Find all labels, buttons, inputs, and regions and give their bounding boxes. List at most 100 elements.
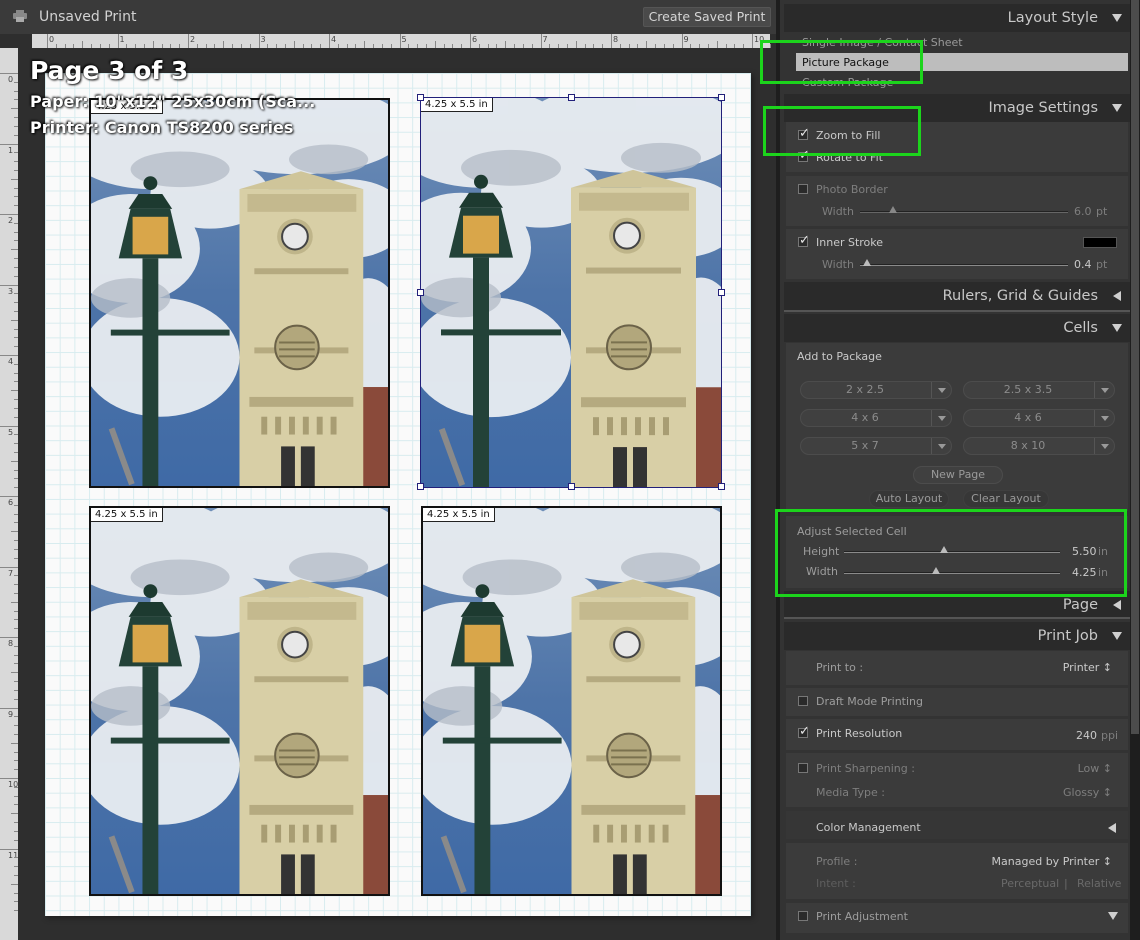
stroke-width-slider[interactable] xyxy=(860,264,1068,266)
cell-size-8x10-button[interactable]: 8 x 10 xyxy=(963,437,1115,455)
ruler-minor-tick xyxy=(14,275,18,277)
cell-size-2.5x3.5-button[interactable]: 2.5 x 3.5 xyxy=(963,381,1115,399)
layout-option-single[interactable]: Single Image / Contact Sheet xyxy=(802,36,963,49)
cells-header[interactable]: Cells xyxy=(784,314,1130,342)
print-to-select[interactable]: Printer ↕ xyxy=(1030,661,1112,674)
chevron-down-icon[interactable] xyxy=(931,382,951,398)
right-panel: Layout Style Single Image / Contact Shee… xyxy=(776,0,1130,940)
cell-width-slider[interactable] xyxy=(844,572,1060,574)
resize-handle[interactable] xyxy=(417,289,424,296)
ruler-tick xyxy=(0,707,18,709)
resize-handle[interactable] xyxy=(718,289,725,296)
photo-cell-selected[interactable]: 4.25 x 5.5 in xyxy=(420,97,722,488)
ruler-minor-tick xyxy=(11,813,18,815)
section-title: Cells xyxy=(1063,320,1098,336)
ruler-minor-tick xyxy=(514,44,516,48)
collapse-arrow-icon[interactable] xyxy=(1108,823,1116,833)
cell-size-5x7-button[interactable]: 5 x 7 xyxy=(800,437,952,455)
ruler-minor-tick xyxy=(14,725,18,727)
cell-size-2x2.5-button[interactable]: 2 x 2.5 xyxy=(800,381,952,399)
ruler-minor-tick xyxy=(425,44,427,48)
cell-height-knob[interactable] xyxy=(940,546,948,553)
button-label: 8 x 10 xyxy=(1010,439,1046,452)
ruler-minor-tick xyxy=(14,478,18,480)
resize-handle[interactable] xyxy=(718,94,725,101)
print-sharpening-checkbox[interactable] xyxy=(798,763,808,773)
ruler-minor-tick xyxy=(549,44,551,48)
clock-tower-photo xyxy=(91,508,388,894)
chevron-down-icon[interactable] xyxy=(1094,438,1114,454)
page-header[interactable]: Page xyxy=(784,591,1130,619)
zoom-to-fill-checkbox[interactable] xyxy=(798,126,810,141)
panel-scrollbar[interactable] xyxy=(1130,0,1140,940)
print-job-header[interactable]: Print Job xyxy=(784,622,1130,650)
expand-arrow-icon[interactable] xyxy=(1108,912,1118,920)
intent-relative[interactable]: Relative xyxy=(1077,877,1121,890)
photo-border-label: Photo Border xyxy=(816,183,888,196)
inner-stroke-color-swatch[interactable] xyxy=(1083,237,1117,248)
resize-handle[interactable] xyxy=(417,94,424,101)
image-settings-header[interactable]: Image Settings xyxy=(784,94,1130,122)
resize-handle[interactable] xyxy=(718,483,725,490)
ruler-minor-tick xyxy=(14,513,18,515)
photo-cell[interactable]: 4.25 x 5.5 in xyxy=(89,98,390,488)
scrollbar-thumb[interactable] xyxy=(1131,0,1139,734)
color-management-label[interactable]: Color Management xyxy=(816,821,921,834)
photo-cell[interactable]: 4.25 x 5.5 in xyxy=(89,506,390,896)
print-sharpening-select[interactable]: Low ↕ xyxy=(1040,762,1112,775)
ruler-minor-tick xyxy=(14,117,18,119)
ruler-minor-tick xyxy=(14,557,18,559)
chevron-down-icon[interactable] xyxy=(1094,382,1114,398)
photo-border-checkbox[interactable] xyxy=(798,184,808,194)
draft-mode-checkbox[interactable] xyxy=(798,696,808,706)
ruler-minor-tick xyxy=(14,81,18,83)
rotate-to-fit-checkbox[interactable] xyxy=(798,148,810,163)
profile-group xyxy=(786,843,1128,899)
ruler-left[interactable]: 0 1 2 3 4 5 6 7 8 9 10 11 xyxy=(0,48,18,940)
ruler-minor-tick xyxy=(320,44,322,48)
intent-perceptual[interactable]: Perceptual xyxy=(1001,877,1059,890)
border-width-knob[interactable] xyxy=(889,206,897,213)
new-page-button[interactable]: New Page xyxy=(913,466,1003,484)
media-type-select[interactable]: Glossy ↕ xyxy=(1040,786,1112,799)
chevron-down-icon[interactable] xyxy=(1094,410,1114,426)
ruler-minor-tick xyxy=(11,390,18,392)
print-resolution-value[interactable]: 240 xyxy=(1076,729,1097,742)
ruler-minor-tick xyxy=(14,134,18,136)
print-resolution-unit: ppi xyxy=(1101,729,1119,742)
button-label: 4 x 6 xyxy=(851,411,879,424)
layout-style-header[interactable]: Layout Style xyxy=(784,4,1130,32)
cell-size-4x6-button[interactable]: 4 x 6 xyxy=(963,409,1115,427)
ruler-top[interactable]: 0 1 2 3 4 5 6 7 8 9 10 xyxy=(32,34,815,48)
layout-option-custom[interactable]: Custom Package xyxy=(802,76,893,89)
ruler-minor-tick xyxy=(14,839,18,841)
resize-handle[interactable] xyxy=(417,483,424,490)
print-resolution-checkbox[interactable] xyxy=(798,724,810,739)
print-adjustment-checkbox[interactable] xyxy=(798,911,808,921)
zoom-to-fill-label: Zoom to Fill xyxy=(816,129,881,142)
cell-height-slider[interactable] xyxy=(844,551,1060,553)
ruler-minor-tick xyxy=(14,681,18,683)
ruler-number: 1 xyxy=(8,145,14,155)
chevron-down-icon[interactable] xyxy=(931,410,951,426)
photo-cell[interactable]: 4.25 x 5.5 in xyxy=(421,506,722,896)
cell-width-knob[interactable] xyxy=(932,567,940,574)
stroke-width-knob[interactable] xyxy=(863,259,871,266)
resize-handle[interactable] xyxy=(568,94,575,101)
rulers-grid-guides-header[interactable]: Rulers, Grid & Guides xyxy=(784,282,1130,310)
auto-layout-button[interactable]: Auto Layout xyxy=(869,490,949,508)
ruler-minor-tick xyxy=(14,381,18,383)
cell-size-4x6-button[interactable]: 4 x 6 xyxy=(800,409,952,427)
layout-option-picture-package[interactable]: Picture Package xyxy=(802,56,889,69)
profile-select[interactable]: Managed by Printer ↕ xyxy=(980,855,1112,868)
clear-layout-button[interactable]: Clear Layout xyxy=(963,490,1049,508)
ruler-tick xyxy=(540,34,542,48)
chevron-down-icon[interactable] xyxy=(931,438,951,454)
ruler-minor-tick xyxy=(637,44,639,48)
adjust-selected-cell-label: Adjust Selected Cell xyxy=(797,525,907,538)
create-saved-print-button[interactable]: Create Saved Print xyxy=(643,7,771,27)
inner-stroke-label: Inner Stroke xyxy=(816,236,884,249)
ruler-minor-tick xyxy=(14,169,18,171)
resize-handle[interactable] xyxy=(568,483,575,490)
inner-stroke-checkbox[interactable] xyxy=(798,233,810,248)
